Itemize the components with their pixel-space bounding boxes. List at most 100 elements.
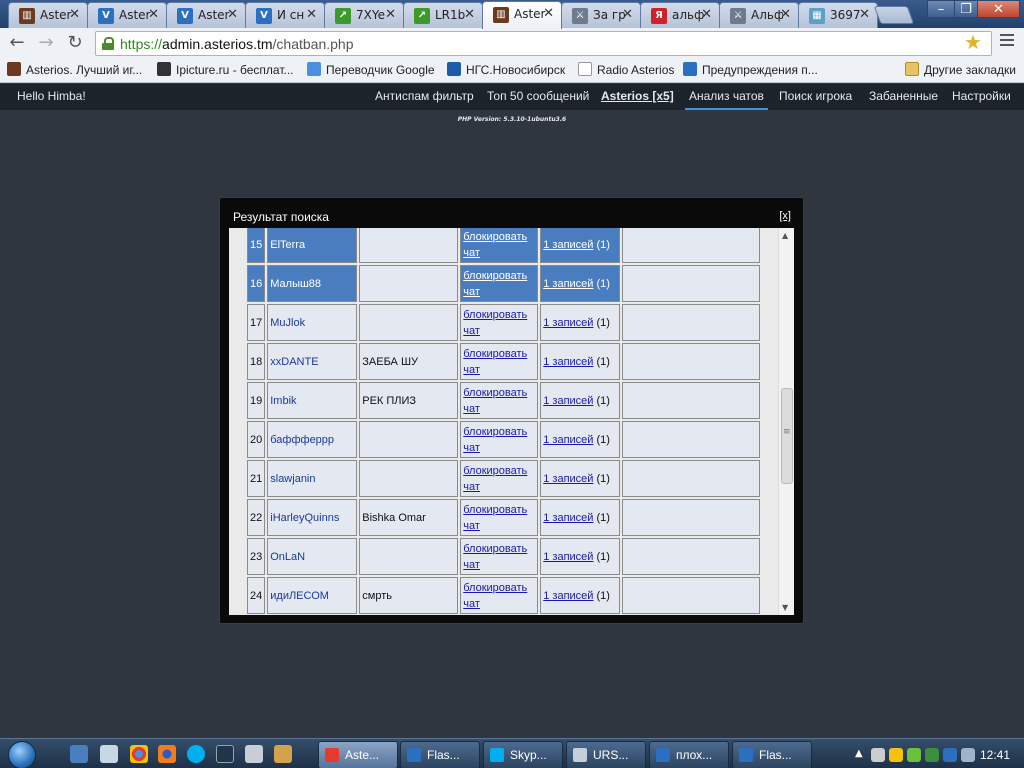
nav-player-search[interactable]: Поиск игрока	[779, 89, 852, 103]
browser-tab-active[interactable]: ▥ Aster ✕	[482, 1, 562, 29]
records-link[interactable]: 1 записей	[543, 239, 593, 251]
nav-settings[interactable]: Настройки	[952, 89, 1011, 103]
records-link[interactable]: 1 записей	[543, 512, 593, 524]
browser-tab[interactable]: ↗ 7XYe ✕	[324, 2, 404, 28]
browser-tab[interactable]: ⚔ Альф ✕	[719, 2, 799, 28]
block-chat-link[interactable]: блокировать чат	[463, 543, 527, 571]
scrollbar-thumb[interactable]	[781, 388, 793, 484]
player-nick[interactable]: xxDANTE	[267, 343, 358, 380]
records-link[interactable]: 1 записей	[543, 356, 593, 368]
records-link[interactable]: 1 записей	[543, 395, 593, 407]
browser-tab[interactable]: ↗ LR1b ✕	[403, 2, 483, 28]
close-tab-icon[interactable]: ✕	[148, 7, 159, 22]
drive-icon[interactable]	[245, 745, 263, 763]
block-chat-link[interactable]: блокировать чат	[463, 309, 527, 337]
taskbar-task[interactable]: плох...	[649, 741, 729, 768]
bookmark-star-icon[interactable]: ★	[964, 30, 982, 54]
tray-icon[interactable]	[871, 748, 885, 762]
records-link[interactable]: 1 записей	[543, 551, 593, 563]
close-tab-icon[interactable]: ✕	[227, 7, 238, 22]
explorer-icon[interactable]	[70, 745, 88, 763]
browser-tab[interactable]: V Aster ✕	[166, 2, 246, 28]
close-tab-icon[interactable]: ✕	[69, 7, 80, 22]
chrome-menu-icon[interactable]	[1000, 34, 1014, 48]
nav-antispam[interactable]: Антиспам фильтр	[375, 89, 474, 103]
player-nick[interactable]: идиЛЕСОМ	[267, 577, 358, 614]
nav-top50[interactable]: Топ 50 сообщений	[487, 89, 589, 103]
vk-icon[interactable]	[943, 748, 957, 762]
player-nick[interactable]: slawjanin	[267, 460, 358, 497]
records-link[interactable]: 1 записей	[543, 317, 593, 329]
browser-tab[interactable]: Я альф ✕	[640, 2, 720, 28]
bookmark-item[interactable]: Ipicture.ru - бесплат...	[157, 62, 294, 78]
taskbar-task[interactable]: Flas...	[400, 741, 480, 768]
taskbar-task[interactable]: Skyp...	[483, 741, 563, 768]
records-link[interactable]: 1 записей	[543, 434, 593, 446]
firefox-icon[interactable]	[158, 745, 176, 763]
back-icon[interactable]: ←	[5, 31, 29, 55]
reload-icon[interactable]: ↻	[63, 31, 87, 55]
block-chat-link[interactable]: блокировать чат	[463, 465, 527, 493]
browser-tab[interactable]: V Aster ✕	[87, 2, 167, 28]
browser-tab[interactable]: V И сн ✕	[245, 2, 325, 28]
player-nick[interactable]: баффферрр	[267, 421, 358, 458]
taskbar-task[interactable]: Flas...	[732, 741, 812, 768]
browser-tab[interactable]: ⚔ За гр ✕	[561, 2, 641, 28]
player-nick[interactable]: Малыш88	[267, 265, 358, 302]
records-link[interactable]: 1 записей	[543, 590, 593, 602]
player-nick[interactable]: OnLaN	[267, 538, 358, 575]
nav-banned[interactable]: Забаненные	[869, 89, 938, 103]
block-chat-link[interactable]: блокировать чат	[463, 348, 527, 376]
block-chat-link[interactable]: блокировать чат	[463, 582, 527, 610]
address-bar[interactable]: https://admin.asterios.tm/chatban.php	[95, 31, 992, 56]
other-bookmarks[interactable]: Другие закладки	[905, 62, 1016, 78]
close-tab-icon[interactable]: ✕	[543, 6, 554, 21]
block-chat-link[interactable]: блокировать чат	[463, 387, 527, 415]
new-tab-button[interactable]	[873, 6, 915, 24]
player-nick[interactable]: Imbik	[267, 382, 358, 419]
bookmark-item[interactable]: Предупреждения п...	[683, 62, 818, 78]
tray-icon[interactable]	[889, 748, 903, 762]
modal-close-button[interactable]: [x]	[779, 210, 791, 222]
skype-icon[interactable]	[187, 745, 205, 763]
forward-icon[interactable]: →	[34, 31, 58, 55]
player-nick[interactable]: ElTerra	[267, 228, 358, 263]
close-tab-icon[interactable]: ✕	[464, 7, 475, 22]
monitor-icon[interactable]	[216, 745, 234, 763]
close-tab-icon[interactable]: ✕	[622, 7, 633, 22]
close-tab-icon[interactable]: ✕	[701, 7, 712, 22]
tray-icon[interactable]	[925, 748, 939, 762]
bookmark-item[interactable]: Radio Asterios	[578, 62, 674, 78]
chrome-icon[interactable]	[130, 745, 148, 763]
bookmark-item[interactable]: Asterios. Лучший иг...	[7, 62, 142, 78]
scrollbar[interactable]: ▲ ▼	[778, 228, 794, 615]
records-link[interactable]: 1 записей	[543, 473, 593, 485]
paint-icon[interactable]	[274, 745, 292, 763]
block-chat-link[interactable]: блокировать чат	[463, 504, 527, 532]
browser-tab[interactable]: ▥ Aster ✕	[8, 2, 88, 28]
records-link[interactable]: 1 записей	[543, 278, 593, 290]
block-chat-link[interactable]: блокировать чат	[463, 426, 527, 454]
player-nick[interactable]: iHarleyQuinns	[267, 499, 358, 536]
tray-icon[interactable]	[907, 748, 921, 762]
nav-server[interactable]: Asterios [x5]	[601, 89, 674, 103]
scroll-down-icon[interactable]: ▼	[782, 603, 788, 612]
block-chat-link[interactable]: блокировать чат	[463, 231, 527, 259]
scroll-up-icon[interactable]: ▲	[782, 231, 788, 240]
minimize-icon[interactable]: –	[927, 0, 955, 18]
close-tab-icon[interactable]: ✕	[780, 7, 791, 22]
start-button[interactable]	[8, 741, 36, 768]
document-icon[interactable]	[100, 745, 118, 763]
maximize-icon[interactable]: ❐	[954, 0, 978, 18]
taskbar-task[interactable]: Aste...	[318, 741, 398, 768]
network-icon[interactable]	[961, 748, 975, 762]
tray-expand-icon[interactable]: ▲	[855, 748, 869, 762]
bookmark-item[interactable]: НГС.Новосибирск	[447, 62, 565, 78]
close-tab-icon[interactable]: ✕	[385, 7, 396, 22]
block-chat-link[interactable]: блокировать чат	[463, 270, 527, 298]
taskbar-task[interactable]: URS...	[566, 741, 646, 768]
close-tab-icon[interactable]: ✕	[306, 7, 317, 22]
bookmark-item[interactable]: Переводчик Google	[307, 62, 435, 78]
player-nick[interactable]: MuJlok	[267, 304, 358, 341]
close-window-icon[interactable]: ✕	[977, 0, 1020, 18]
